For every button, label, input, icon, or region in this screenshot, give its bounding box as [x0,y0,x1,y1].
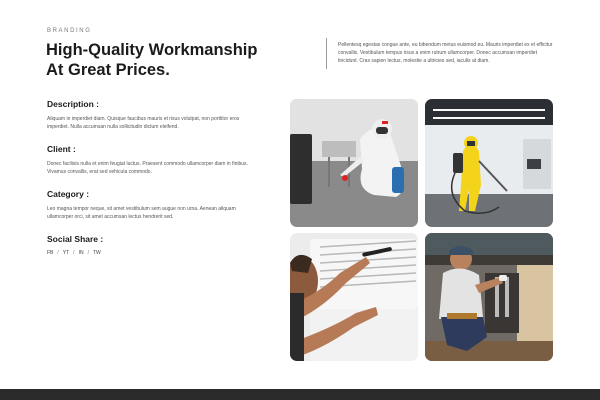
pest-control-worker-yellow-suit-photo[interactable] [425,99,553,227]
page-title-line-1: High-Quality Workmanship [46,41,258,59]
eyebrow-label: BRANDING [47,28,92,34]
description-text: Aliquam in imperdiet diam. Quisque fauci… [47,116,240,131]
social-link-yt[interactable]: YT [63,250,69,256]
page-title-line-2: At Great Prices. [46,61,170,79]
intro-paragraph: Pellentesq egestas congue ante, eu biben… [338,42,553,64]
social-share-title: Social Share : [47,234,104,244]
pest-control-worker-white-suit-photo[interactable] [290,99,418,227]
ac-repair-technician-photo[interactable] [290,233,418,361]
social-link-fb[interactable]: FB [47,250,53,256]
category-text: Leo magna tempor neque, sit amet vestibu… [47,206,236,221]
social-separator: / [73,250,75,256]
category-title: Category : [47,189,90,199]
social-link-tw[interactable]: TW [93,250,101,256]
social-link-in[interactable]: IN [79,250,84,256]
social-separator: / [57,250,59,256]
description-title: Description : [47,99,99,109]
social-separator: / [87,250,89,256]
vertical-divider [326,38,327,69]
social-share-links: FB / YT / IN / TW [47,250,101,256]
client-title: Client : [47,144,76,154]
plumber-under-sink-photo[interactable] [425,233,553,361]
client-text: Donec facilisis nulla et enim feugiat lu… [47,161,248,176]
footer-bar [0,389,600,400]
page-title: High-Quality Workmanship At Great Prices… [46,40,286,80]
